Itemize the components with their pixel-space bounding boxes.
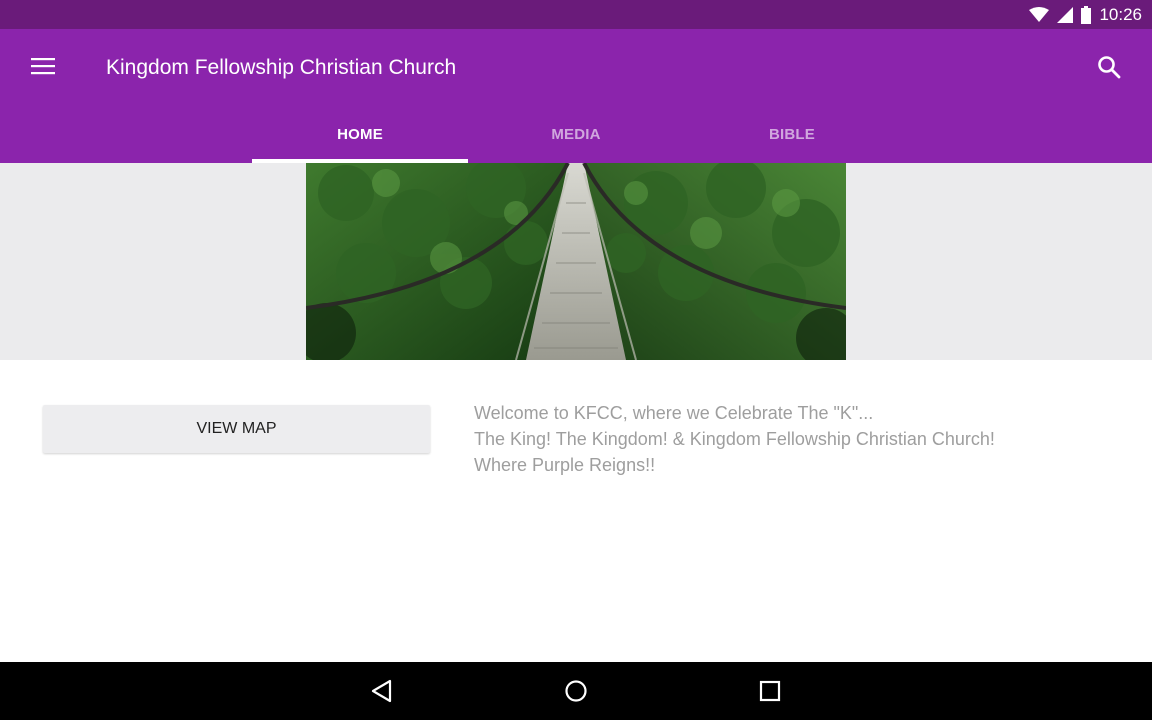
recents-icon[interactable] xyxy=(758,679,782,703)
tab-bar: HOME MEDIA BIBLE xyxy=(252,105,900,163)
search-icon[interactable] xyxy=(1097,55,1121,79)
system-nav-bar xyxy=(0,662,1152,720)
status-time: 10:26 xyxy=(1099,4,1142,24)
status-bar: 10:26 xyxy=(0,0,1152,29)
banner-area xyxy=(0,163,1152,360)
menu-icon[interactable] xyxy=(31,56,55,76)
welcome-line: Welcome to KFCC, where we Celebrate The … xyxy=(474,403,874,423)
status-icons: 10:26 xyxy=(1029,0,1142,29)
home-icon[interactable] xyxy=(564,679,588,703)
view-map-button[interactable]: VIEW MAP xyxy=(43,405,430,453)
welcome-line: The King! The Kingdom! & Kingdom Fellows… xyxy=(474,429,995,449)
page-title: Kingdom Fellowship Christian Church xyxy=(106,56,457,79)
banner-image xyxy=(306,163,846,360)
tab-home[interactable]: HOME xyxy=(252,105,468,163)
tab-media[interactable]: MEDIA xyxy=(468,105,684,163)
cell-signal-icon xyxy=(1057,6,1074,23)
welcome-line: Where Purple Reigns!! xyxy=(474,455,656,475)
wifi-icon xyxy=(1029,6,1050,22)
welcome-text: Welcome to KFCC, where we Celebrate The … xyxy=(474,400,1114,478)
back-icon[interactable] xyxy=(370,679,394,703)
tab-bible[interactable]: BIBLE xyxy=(684,105,900,163)
app-bar: Kingdom Fellowship Christian Church HOME… xyxy=(0,29,1152,163)
battery-icon xyxy=(1081,5,1092,24)
